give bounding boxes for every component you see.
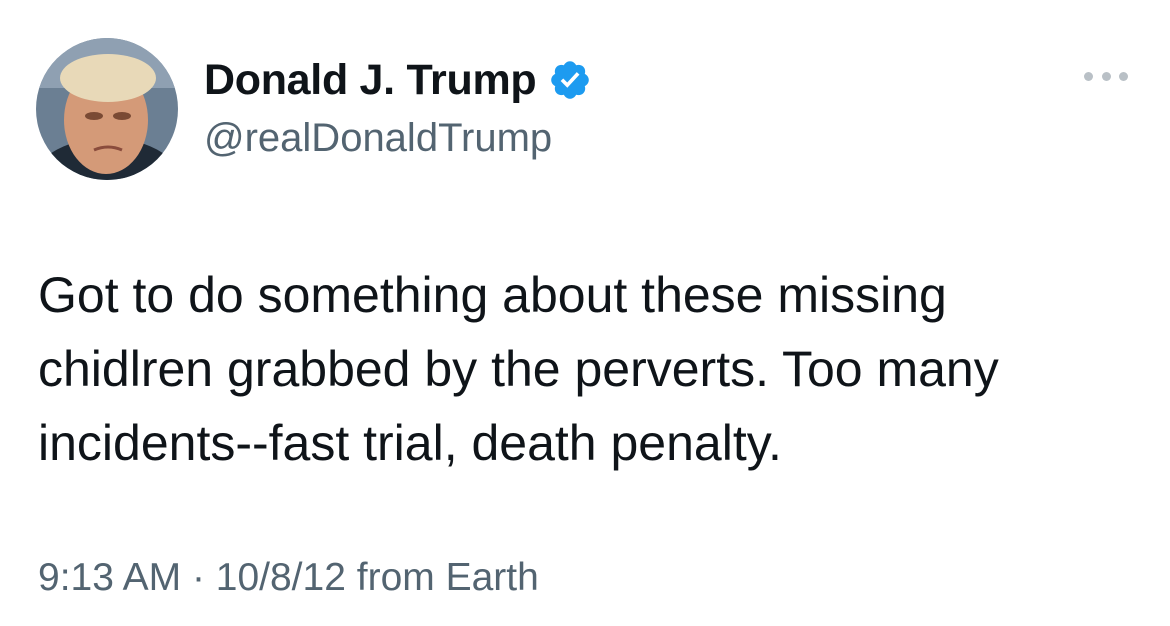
- tweet-card: Donald J. Trump @realDonaldTrump Got to …: [0, 0, 1170, 626]
- tweet-date[interactable]: 10/8/12: [216, 556, 346, 599]
- tweet-time[interactable]: 9:13 AM: [38, 556, 181, 599]
- verified-badge-icon: [548, 58, 592, 102]
- more-dot: [1119, 71, 1128, 81]
- more-dot: [1084, 71, 1093, 81]
- display-name[interactable]: Donald J. Trump: [204, 56, 537, 105]
- author-block: Donald J. Trump @realDonaldTrump: [204, 54, 592, 161]
- profile-photo-icon: [36, 38, 178, 180]
- avatar[interactable]: [36, 38, 178, 180]
- name-row: Donald J. Trump: [204, 54, 592, 106]
- user-handle[interactable]: @realDonaldTrump: [204, 116, 592, 161]
- tweet-source: from Earth: [356, 556, 539, 599]
- tweet-text: Got to do something about these missing …: [38, 267, 999, 471]
- more-options-icon[interactable]: [1084, 64, 1128, 88]
- meta-separator: ·: [191, 556, 205, 599]
- tweet-meta: 9:13 AM · 10/8/12 from Earth: [38, 556, 539, 600]
- more-dot: [1101, 71, 1111, 81]
